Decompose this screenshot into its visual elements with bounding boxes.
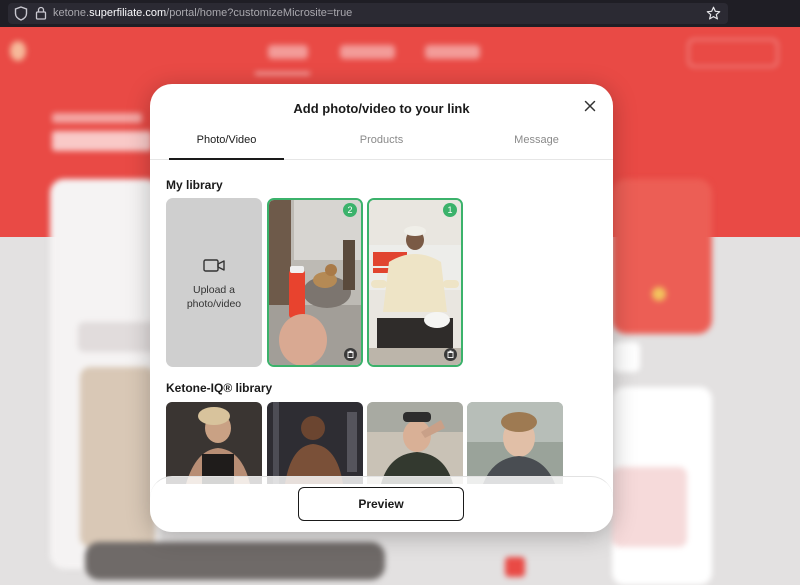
my-library-title: My library	[166, 178, 223, 192]
library-media-item[interactable]: 2	[267, 198, 363, 367]
tab-photo-video[interactable]: Photo/Video	[169, 134, 284, 160]
lock-icon[interactable]	[35, 6, 47, 20]
modal-footer: Preview	[150, 476, 613, 532]
browser-toolbar: ketone.superfiliate.com/portal/home?cust…	[0, 0, 800, 27]
upload-label-line1: Upload a	[192, 284, 236, 296]
video-camera-icon	[203, 259, 225, 272]
modal-tabs: Photo/Video Products Message	[150, 132, 613, 160]
upload-media-button[interactable]: Upload a photo/video	[166, 198, 262, 367]
preview-button[interactable]: Preview	[298, 487, 464, 521]
upload-label-line2: photo/video	[186, 298, 242, 310]
media-thumbnail	[269, 200, 361, 365]
bookmark-star-icon[interactable]	[706, 6, 721, 21]
shield-icon[interactable]	[14, 6, 28, 21]
brand-media-item[interactable]	[467, 402, 563, 484]
media-thumbnail	[166, 402, 262, 484]
media-thumbnail	[367, 402, 463, 484]
close-icon[interactable]	[582, 98, 598, 114]
brand-library-title: Ketone-IQ® library	[166, 381, 273, 395]
brand-media-item[interactable]	[367, 402, 463, 484]
selection-order-badge: 2	[343, 203, 357, 217]
media-thumbnail	[369, 200, 461, 365]
brand-media-item[interactable]	[267, 402, 363, 484]
media-thumbnail	[267, 402, 363, 484]
url-path: /portal/home?customizeMicrosite=true	[166, 7, 353, 19]
url-prefix: ketone.	[53, 7, 90, 19]
tab-message[interactable]: Message	[479, 134, 594, 160]
media-thumbnail	[467, 402, 563, 484]
url-domain: superfiliate.com	[89, 7, 167, 19]
modal-title: Add photo/video to your link	[293, 101, 470, 116]
brand-media-item[interactable]	[166, 402, 262, 484]
url-text[interactable]: ketone.superfiliate.com/portal/home?cust…	[53, 6, 352, 21]
upload-label: Upload a photo/video	[166, 283, 262, 311]
add-media-modal: Add photo/video to your link Photo/Video…	[150, 84, 613, 532]
tab-products[interactable]: Products	[324, 134, 439, 160]
trash-icon[interactable]	[344, 348, 357, 361]
library-media-item[interactable]: 1	[367, 198, 463, 367]
selection-order-badge: 1	[443, 203, 457, 217]
trash-icon[interactable]	[444, 348, 457, 361]
